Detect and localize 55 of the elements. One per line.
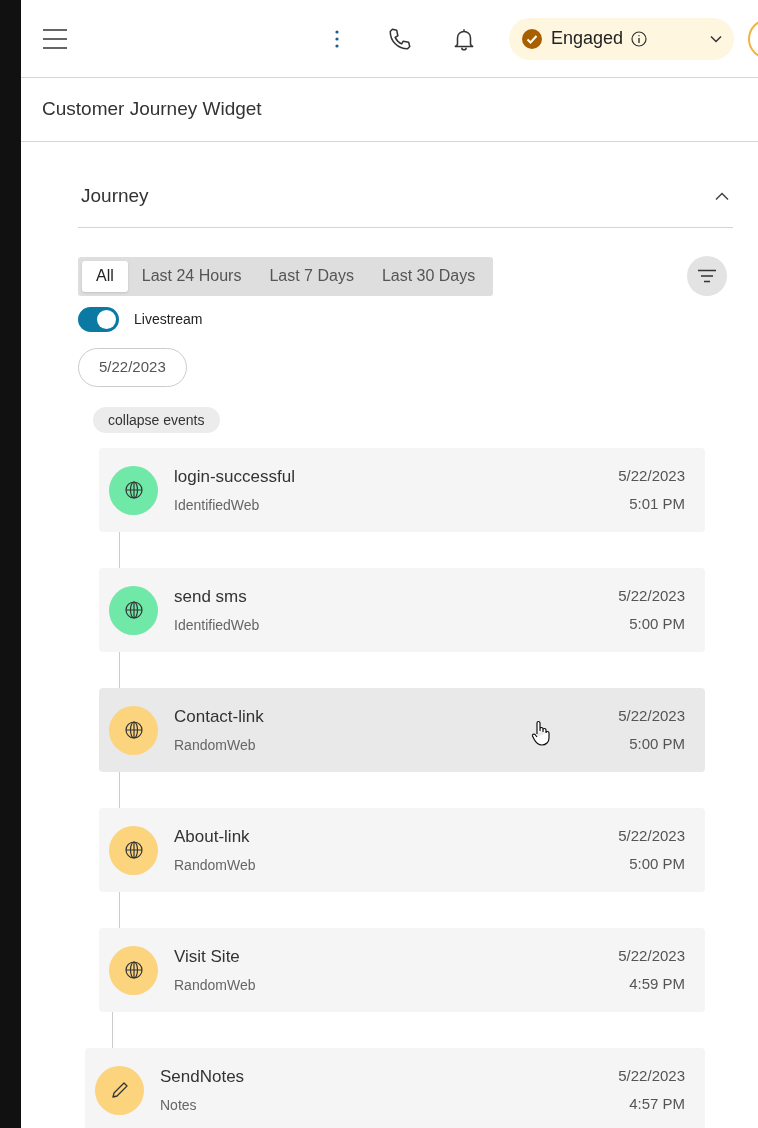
event-title: login-successful [174,465,296,488]
event-date: 5/22/2023 [618,945,685,966]
event-source: RandomWeb [174,976,257,996]
livestream-toggle[interactable] [78,307,119,332]
widget-title: Customer Journey Widget [42,97,262,122]
filter-button[interactable] [687,256,727,296]
chevron-down-icon [710,34,722,43]
event-card[interactable]: login-successful IdentifiedWeb 5/22/2023 5:01 PM [99,448,705,532]
event-time: 4:59 PM [629,974,685,994]
event-card[interactable]: Visit Site RandomWeb 5/22/2023 4:59 PM [99,928,705,1012]
event-source: RandomWeb [174,856,257,876]
event-date: 5/22/2023 [618,1065,685,1086]
menu-icon[interactable] [42,27,68,50]
filter-icon [697,269,717,283]
hand-cursor-icon [531,720,551,746]
status-dropdown[interactable]: Engaged [509,17,734,60]
event-title: SendNotes [160,1065,246,1088]
event-time: 5:00 PM [629,734,685,754]
phone-icon[interactable] [387,25,413,52]
event-source: Notes [160,1096,198,1116]
event-card[interactable]: Contact-link RandomWeb 5/22/2023 5:00 PM [99,688,705,772]
event-source: IdentifiedWeb [174,616,261,636]
event-title: About-link [174,825,251,848]
collapse-events-button[interactable]: collapse events [93,407,220,433]
globe-icon [122,719,145,741]
event-source: IdentifiedWeb [174,496,261,516]
tab[interactable]: All [82,260,128,292]
tab[interactable]: Last 24 Hours [127,260,256,292]
globe-icon [122,599,145,621]
chevron-up-icon[interactable] [715,192,729,201]
event-date: 5/22/2023 [618,465,685,486]
globe-icon [122,959,145,981]
event-source: RandomWeb [174,736,257,756]
event-title: Contact-link [174,705,265,728]
event-title: Visit Site [174,945,241,968]
event-date: 5/22/2023 [618,585,685,606]
tab[interactable]: Last 30 Days [367,260,490,292]
event-time: 5:00 PM [629,614,685,634]
event-time: 4:57 PM [629,1094,685,1114]
event-date: 5/22/2023 [618,825,685,846]
event-card[interactable]: send sms IdentifiedWeb 5/22/2023 5:00 PM [99,568,705,652]
event-time: 5:01 PM [629,494,685,514]
section-title: Journey [81,184,150,209]
event-card[interactable]: SendNotes Notes 5/22/2023 4:57 PM [85,1048,705,1128]
tab[interactable]: Last 7 Days [255,260,368,292]
event-card[interactable]: About-link RandomWeb 5/22/2023 5:00 PM [99,808,705,892]
event-date: 5/22/2023 [618,705,685,726]
event-time: 5:00 PM [629,854,685,874]
event-title: send sms [174,585,248,608]
livestream-label: Livestream [134,310,203,329]
globe-icon [122,839,145,861]
more-options-icon[interactable] [335,29,339,48]
check-badge-icon [521,27,543,50]
info-icon [631,30,648,47]
globe-icon [122,479,145,501]
